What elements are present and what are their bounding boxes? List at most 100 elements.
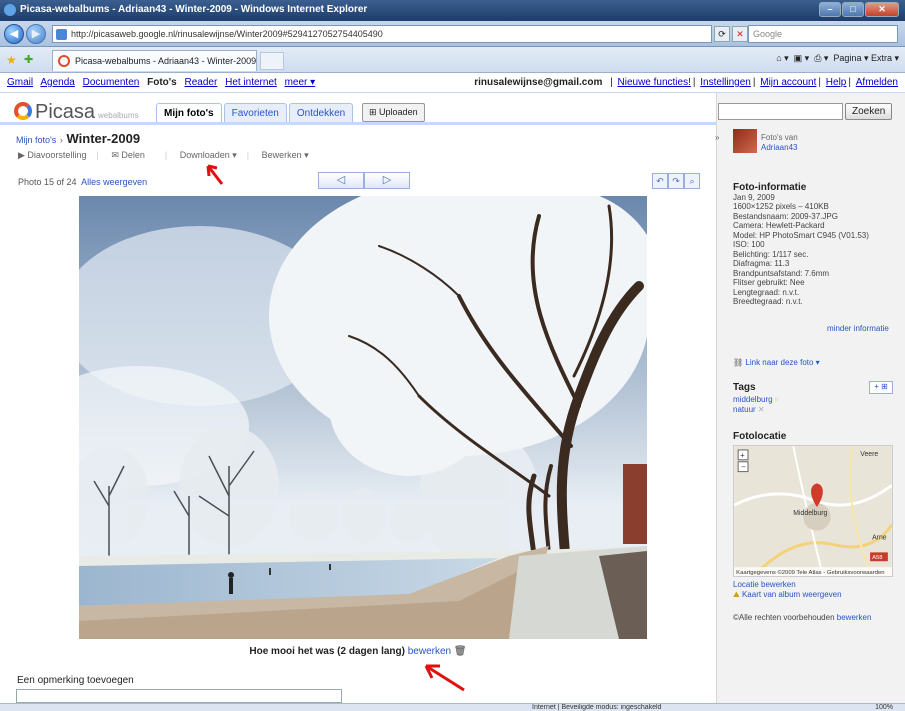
photo-tools: ↶ ↷ ⌕ xyxy=(652,173,700,189)
gbar-signout[interactable]: Afmelden xyxy=(856,77,898,88)
forward-button[interactable]: ▶ xyxy=(26,24,46,44)
photo-search-input[interactable] xyxy=(718,103,843,120)
search-input[interactable]: Google xyxy=(748,25,898,43)
gbar-reader[interactable]: Reader xyxy=(185,77,218,88)
gbar-documenten[interactable]: Documenten xyxy=(83,77,140,88)
ie-icon xyxy=(4,4,16,16)
edit-button[interactable]: Bewerken ▾ xyxy=(262,150,309,160)
search-button[interactable]: Zoeken xyxy=(845,103,893,120)
map-album-icon: ⛰ xyxy=(733,589,740,599)
rotate-left-icon[interactable]: ↶ xyxy=(652,173,668,189)
svg-text:+: + xyxy=(740,451,745,460)
zoom-level[interactable]: 100% xyxy=(875,704,893,711)
gbar-internet[interactable]: Het internet xyxy=(225,77,277,88)
tag-natuur[interactable]: natuur xyxy=(733,405,756,414)
crumb-my-photos[interactable]: Mijn foto's xyxy=(16,135,56,145)
next-photo-button[interactable]: ▷ xyxy=(364,172,410,189)
slideshow-button[interactable]: ▶ Diavoorstelling xyxy=(18,150,86,160)
gbar-settings[interactable]: Instellingen xyxy=(700,77,751,88)
tab-underline xyxy=(0,122,716,125)
location-section: Fotolocatie xyxy=(733,431,787,442)
gbar-more[interactable]: meer ▾ xyxy=(285,77,316,88)
rights-info: ©Alle rechten voorbehouden bewerken xyxy=(733,613,872,622)
ie-tabbar: ★ ✚ Picasa-webalbums - Adriaan43 - Winte… xyxy=(0,47,905,73)
ie-command-bar[interactable]: ⌂ ▾ ▣ ▾ ⎙ ▾ Pagina ▾ Extra ▾ xyxy=(776,53,899,64)
map-label-veere: Veere xyxy=(860,451,878,458)
annotation-arrow xyxy=(206,164,224,185)
photo-info: Foto-informatie Jan 9, 2009 1600×1252 pi… xyxy=(733,182,869,306)
link-to-photo[interactable]: ⛓ Link naar deze foto ▾ xyxy=(733,358,820,368)
photo-nav: ◁ ▷ xyxy=(318,172,410,189)
rights-edit-link[interactable]: bewerken xyxy=(837,613,872,622)
minimize-button[interactable]: – xyxy=(819,2,841,17)
owner-info: Foto's van Adriaan43 xyxy=(761,133,798,153)
photo-caption: Hoe mooi het was (2 dagen lang) bewerken… xyxy=(249,646,467,657)
map-links: Locatie bewerken ⛰ Kaart van album weerg… xyxy=(733,580,842,599)
svg-text:−: − xyxy=(741,463,746,472)
show-all-link[interactable]: Alles weergeven xyxy=(81,177,147,187)
gbar-new-features[interactable]: Nieuwe functies! xyxy=(618,77,691,88)
status-zone: Internet | Beveiligde modus: ingeschakel… xyxy=(532,704,662,711)
link-icon: ⛓ xyxy=(733,358,744,367)
owner-avatar[interactable] xyxy=(733,129,757,153)
owner-link[interactable]: Adriaan43 xyxy=(761,143,798,153)
browser-tab[interactable]: Picasa-webalbums - Adriaan43 - Winter-20… xyxy=(52,50,257,71)
address-toolbar: ◀ ▶ http://picasaweb.google.nl/rinusalew… xyxy=(0,21,905,47)
gbar-agenda[interactable]: Agenda xyxy=(40,77,74,88)
tag-list: middelburg ▫ natuur ✕ xyxy=(733,395,778,414)
google-bar: Gmail Agenda Documenten Foto's Reader He… xyxy=(0,73,905,93)
add-tag-button[interactable]: + ⊞ xyxy=(869,381,893,394)
zoom-icon[interactable]: ⌕ xyxy=(684,173,700,189)
window-titlebar: Picasa-webalbums - Adriaan43 - Winter-20… xyxy=(0,0,905,21)
map-copyright: Kaartgegevens ©2009 Tele Atlas - Gebruik… xyxy=(736,569,884,576)
user-email: rinusalewijnse@gmail.com xyxy=(474,77,603,88)
map-label-arne: Arne xyxy=(872,535,887,542)
gbar-fotos: Foto's xyxy=(147,77,177,88)
page-icon xyxy=(56,29,67,40)
album-title: Winter-2009 xyxy=(66,131,141,146)
status-bar: Internet | Beveiligde modus: ingeschakel… xyxy=(0,703,905,711)
new-tab-button[interactable] xyxy=(260,52,284,70)
photo-info-title: Foto-informatie xyxy=(733,182,807,193)
rotate-right-icon[interactable]: ↷ xyxy=(668,173,684,189)
gbar-help[interactable]: Help xyxy=(826,77,847,88)
edit-location-link[interactable]: Locatie bewerken xyxy=(733,580,796,589)
previous-photo-button[interactable]: ◁ xyxy=(318,172,364,189)
album-actions: ▶ Diavoorstelling | ✉ Delen | Downloaden ▾… xyxy=(18,150,309,160)
collapse-sidebar-icon[interactable]: » xyxy=(715,133,724,143)
close-window-button[interactable]: ✕ xyxy=(865,2,899,17)
maximize-button[interactable]: □ xyxy=(842,2,864,17)
refresh-icon[interactable]: ⟳ xyxy=(714,26,730,42)
add-comment-label: Een opmerking toevoegen xyxy=(17,675,134,686)
annotation-arrow xyxy=(424,664,465,692)
less-info-link[interactable]: minder informatie xyxy=(827,324,889,333)
upload-button[interactable]: ⊞ Uploaden xyxy=(362,103,425,122)
map-label-a58: A58 xyxy=(872,555,883,561)
caption-edit-link[interactable]: bewerken xyxy=(408,646,451,657)
tab-explore[interactable]: Ontdekken xyxy=(288,103,354,123)
breadcrumb: Mijn foto's › Winter-2009 xyxy=(16,131,141,146)
tab-favorites[interactable]: Favorieten xyxy=(223,103,287,123)
album-map-link[interactable]: Kaart van album weergeven xyxy=(742,590,842,599)
back-button[interactable]: ◀ xyxy=(4,24,24,44)
comment-input[interactable] xyxy=(16,689,342,703)
picasa-favicon xyxy=(58,55,70,67)
main-photo[interactable] xyxy=(79,196,647,639)
window-title: Picasa-webalbums - Adriaan43 - Winter-20… xyxy=(20,4,368,15)
tab-my-photos[interactable]: Mijn foto's xyxy=(156,103,222,123)
sidebar: Zoeken » Foto's van Adriaan43 Foto-infor… xyxy=(715,93,905,703)
photo-counter: Photo 15 of 24 Alles weergeven xyxy=(18,177,148,187)
location-map[interactable]: A58 Veere Middelburg Arne + − Kaartgegev… xyxy=(733,445,893,577)
tag-middelburg[interactable]: middelburg xyxy=(733,395,773,404)
gbar-gmail[interactable]: Gmail xyxy=(7,77,33,88)
tags-section: Tags xyxy=(733,382,756,393)
favorites-star-icon[interactable]: ★ xyxy=(6,53,17,67)
trash-icon[interactable]: 🗑 xyxy=(454,646,467,657)
gbar-account[interactable]: Mijn account xyxy=(760,77,816,88)
picasa-logo-icon xyxy=(14,102,32,120)
picasa-logo[interactable]: Picasa webalbums xyxy=(14,101,139,124)
stop-icon[interactable]: ✕ xyxy=(732,26,748,42)
share-button[interactable]: ✉ Delen xyxy=(111,150,155,160)
address-input[interactable]: http://picasaweb.google.nl/rinusalewijns… xyxy=(52,25,712,43)
add-favorite-icon[interactable]: ✚ xyxy=(24,53,33,66)
